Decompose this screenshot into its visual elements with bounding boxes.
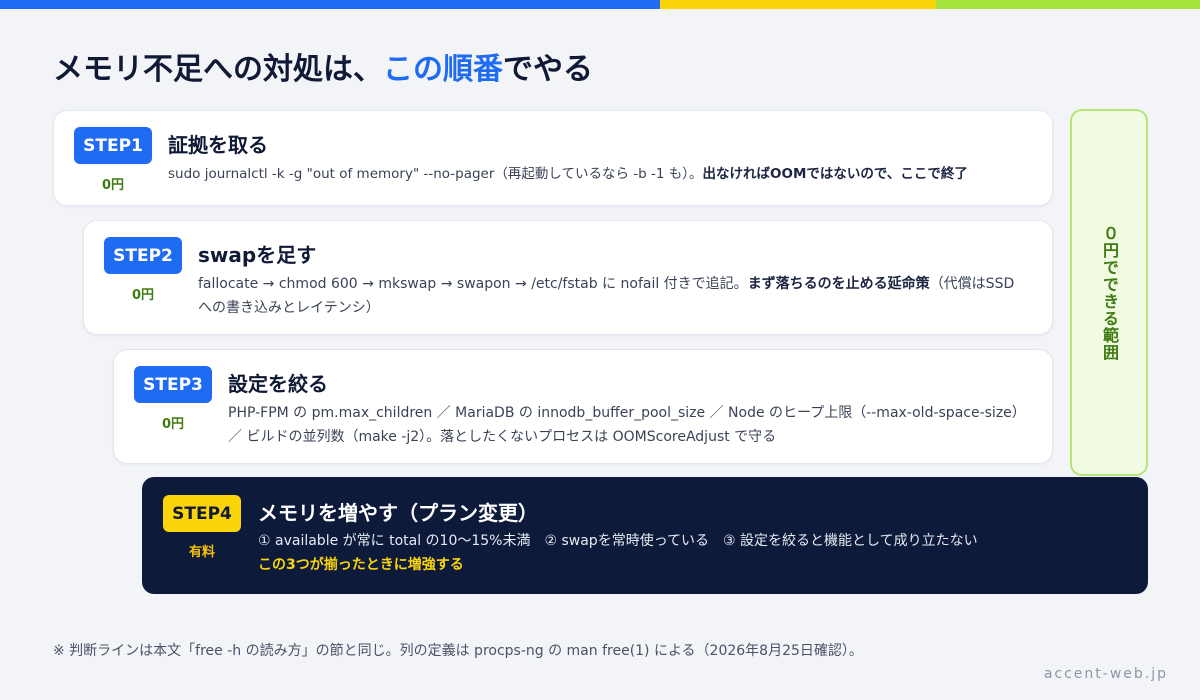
step3-cost: 0円 xyxy=(161,417,185,432)
step2-card: STEP2 0円 swapを足す fallocate → chmod 600 →… xyxy=(83,220,1053,335)
step2-badge: STEP2 xyxy=(104,237,182,274)
title-suffix: でやる xyxy=(503,52,593,87)
top-accent-bar xyxy=(0,0,1200,9)
accent-bar-green xyxy=(936,0,1200,9)
step3-card: STEP3 0円 設定を絞る PHP-FPM の pm.max_children… xyxy=(113,349,1053,464)
step1-cost: 0円 xyxy=(101,178,125,193)
step4-desc: ① available が常に total の10〜15%未満 ② swapを常… xyxy=(258,533,978,549)
zero-cost-range-text: ０円でできる範囲 xyxy=(1100,224,1119,361)
step1-desc: sudo journalctl -k -g "out of memory" --… xyxy=(168,162,1038,186)
step4-cost: 有料 xyxy=(188,545,215,560)
step1-desc-text: sudo journalctl -k -g "out of memory" --… xyxy=(168,166,703,182)
step3-title: 設定を絞る xyxy=(228,372,328,396)
step2-desc-bold: まず落ちるのを止める延命策 xyxy=(747,276,930,292)
step3-desc: PHP-FPM の pm.max_children ／ MariaDB の in… xyxy=(228,405,1026,445)
page-title: メモリ不足への対処は、この順番でやる xyxy=(53,44,593,88)
title-main: メモリ不足への対処は、 xyxy=(53,52,383,87)
step1-title: 証拠を取る xyxy=(168,133,268,157)
step4-card: STEP4 有料 メモリを増やす（プラン変更） ① available が常に … xyxy=(142,477,1148,594)
accent-bar-yellow xyxy=(660,0,936,9)
step2-title: swapを足す xyxy=(198,243,317,267)
step3-badge: STEP3 xyxy=(134,366,212,403)
step4-emphasis: この3つが揃ったときに増強する xyxy=(258,557,464,573)
step2-desc: fallocate → chmod 600 → mkswap → swapon … xyxy=(198,272,1024,320)
step1-card: STEP1 0円 証拠を取る sudo journalctl -k -g "ou… xyxy=(53,110,1053,206)
step1-desc-bold: 出なければOOMではないので、ここで終了 xyxy=(702,166,968,182)
step2-desc-text: fallocate → chmod 600 → mkswap → swapon … xyxy=(198,276,748,292)
step1-badge: STEP1 xyxy=(74,127,152,164)
title-highlight: この順番 xyxy=(383,52,503,87)
step4-title: メモリを増やす（プラン変更） xyxy=(258,501,538,525)
accent-bar-blue xyxy=(0,0,660,9)
step2-cost: 0円 xyxy=(131,288,155,303)
footnote: ※ 判断ラインは本文「free -h の読み方」の節と同じ。列の定義は proc… xyxy=(53,643,863,659)
site-credit: accent-web.jp xyxy=(1043,666,1168,682)
zero-cost-range-label: ０円でできる範囲 xyxy=(1070,109,1148,476)
step4-badge: STEP4 xyxy=(163,495,241,532)
